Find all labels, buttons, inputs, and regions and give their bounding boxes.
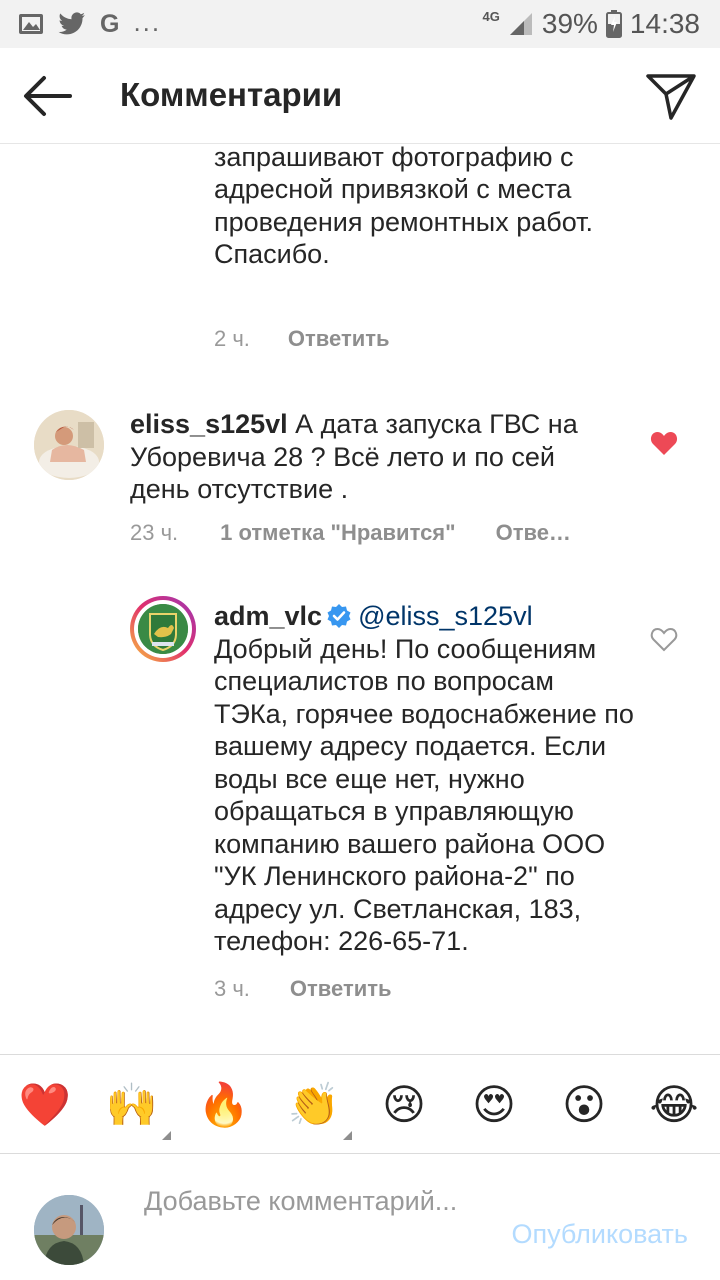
like-button[interactable] (650, 626, 678, 652)
like-button[interactable] (650, 430, 678, 456)
comment-composer: Добавьте комментарий... Опубликовать (0, 1155, 720, 1280)
avatar-image (34, 410, 104, 480)
emoji-quick-bar: ❤️ 🙌 🔥 👏 😢 😍 😮 😂 (0, 1054, 720, 1154)
more-notifications-indicator: ... (133, 6, 162, 37)
comment-time: 2 ч. (214, 326, 250, 351)
paper-plane-icon (646, 74, 696, 120)
current-user-avatar (34, 1195, 104, 1265)
comment-meta: 2 ч. Ответить (214, 326, 390, 352)
avatar[interactable] (34, 410, 104, 480)
emoji-tears-of-joy-button[interactable]: 😂 (646, 1077, 702, 1133)
reply-button[interactable]: Ответить (290, 976, 392, 1002)
emoji-fire-button[interactable]: 🔥 (196, 1077, 252, 1133)
back-button[interactable] (18, 70, 78, 122)
comments-list[interactable]: информации специалисты запрашивают фотог… (0, 144, 720, 1054)
status-bar: G ... 4G 39% 14:38 (0, 0, 720, 48)
heart-filled-icon (650, 432, 678, 455)
share-button[interactable] (644, 70, 698, 122)
comment-text: Добрый день! По сообщениям специалистов … (214, 633, 634, 957)
comment-username[interactable]: adm_vlc (214, 601, 322, 631)
heart-outline-icon (650, 627, 678, 652)
likes-count[interactable]: 1 отметка "Нравится" (220, 520, 455, 546)
skin-tone-indicator-icon (162, 1131, 171, 1140)
comment-mention[interactable]: @eliss_s125vl (358, 601, 533, 631)
reply-button[interactable]: Отве… (496, 520, 571, 546)
comment-body: adm_vlc @eliss_s125vl Добрый день! По со… (214, 600, 634, 958)
arrow-left-icon (24, 76, 72, 116)
verified-badge-icon (327, 604, 351, 628)
emoji-raising-hands-button[interactable]: 🙌 (104, 1077, 160, 1133)
comment-body: eliss_s125vl А дата запуска ГВС на Уборе… (130, 408, 600, 506)
twitter-icon (58, 12, 85, 35)
signal-icon (509, 13, 532, 35)
network-type: 4G (482, 8, 500, 24)
emoji-heart-eyes-button[interactable]: 😍 (466, 1077, 522, 1133)
google-icon: G (100, 9, 120, 38)
publish-button[interactable]: Опубликовать (511, 1219, 688, 1250)
comment-time: 3 ч. (214, 976, 250, 1001)
battery-icon (605, 10, 622, 38)
system-indicators: 4G 39% 14:38 (483, 0, 700, 48)
skin-tone-indicator-icon (343, 1131, 352, 1140)
battery-percent: 39% (541, 8, 598, 39)
avatar-story-ring[interactable] (130, 596, 196, 662)
clock: 14:38 (629, 8, 700, 39)
notification-icons: G ... (18, 0, 161, 48)
comment-meta: 3 ч. Ответить (214, 976, 392, 1002)
reply-button[interactable]: Ответить (288, 326, 390, 352)
gallery-icon (19, 14, 43, 34)
emoji-surprised-face-button[interactable]: 😮 (556, 1077, 612, 1133)
comment-username[interactable]: eliss_s125vl (130, 409, 288, 439)
coat-of-arms-icon (138, 604, 188, 654)
avatar-image (34, 1195, 104, 1265)
emoji-clapping-hands-button[interactable]: 👏 (286, 1077, 342, 1133)
comment-meta: 23 ч. 1 отметка "Нравится" Отве… (130, 520, 571, 546)
comment-time: 23 ч. (130, 520, 179, 545)
comment-text: информации специалисты запрашивают фотог… (214, 144, 594, 269)
avatar (138, 604, 188, 654)
app-header: Комментарии (0, 48, 720, 144)
comment-input[interactable]: Добавьте комментарий... (144, 1185, 464, 1218)
emoji-crying-face-button[interactable]: 😢 (376, 1077, 432, 1133)
page-title: Комментарии (120, 76, 343, 113)
emoji-red-heart-button[interactable]: ❤️ (17, 1077, 73, 1133)
